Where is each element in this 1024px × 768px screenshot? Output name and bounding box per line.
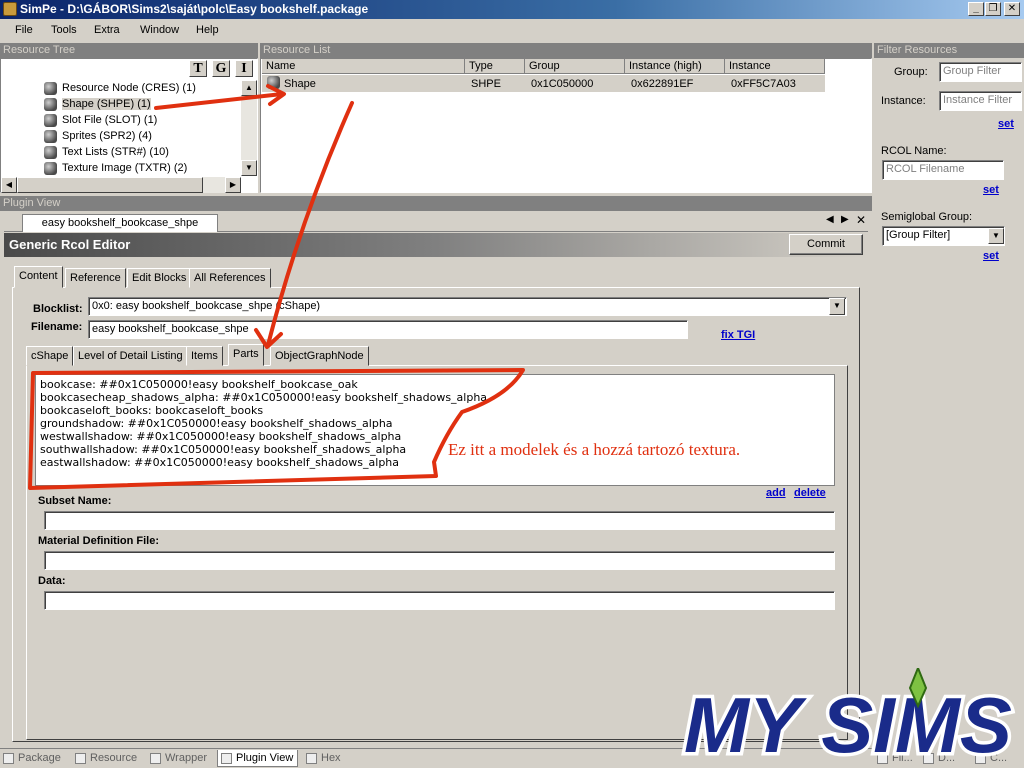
arrow-to-parts-tab bbox=[266, 101, 354, 347]
arrow-to-resource-list bbox=[154, 92, 284, 110]
annotation-overlay bbox=[28, 84, 525, 490]
tab-hex[interactable]: Hex bbox=[303, 750, 345, 767]
tab-wrapper[interactable]: Wrapper bbox=[147, 750, 211, 767]
resource-icon bbox=[75, 753, 86, 764]
tab-plugin-view[interactable]: Plugin View bbox=[217, 750, 299, 767]
hex-icon bbox=[306, 753, 317, 764]
tab-resource[interactable]: Resource bbox=[72, 750, 141, 767]
plugin-view-icon bbox=[221, 753, 232, 764]
mysims-logo: MY SIMS bbox=[681, 668, 1015, 768]
wrapper-icon bbox=[150, 753, 161, 764]
highlight-outline bbox=[28, 368, 525, 490]
svg-text:MY SIMS: MY SIMS bbox=[684, 681, 1012, 768]
package-icon bbox=[3, 753, 14, 764]
tab-package[interactable]: Package bbox=[0, 750, 65, 767]
